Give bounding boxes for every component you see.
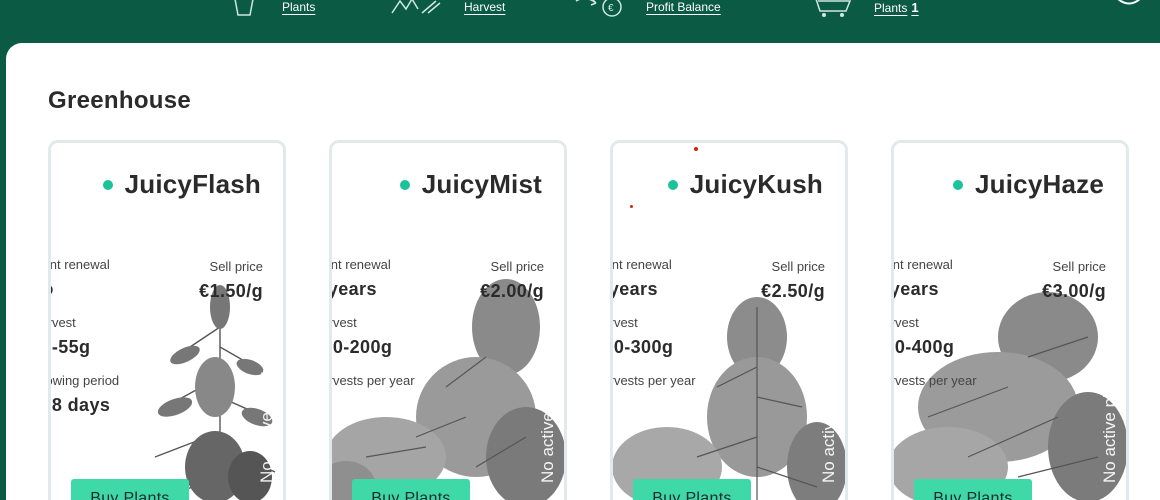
card-header: JuicyFlash xyxy=(102,169,261,200)
no-active-plants-label: No active plants xyxy=(819,362,838,483)
no-active-plants-label: No active plants xyxy=(257,362,276,483)
page-title: Greenhouse xyxy=(48,87,192,114)
stat-sell-price: Sell price €3.00/g xyxy=(1042,259,1106,301)
buy-plants-button[interactable]: Buy Plants xyxy=(633,479,751,500)
stat-sell-price: Sell price €2.50/g xyxy=(761,259,825,301)
status-dot xyxy=(953,179,964,190)
harvest-icon xyxy=(391,0,441,14)
card-title: JuicyFlash xyxy=(124,169,261,199)
stat-harvest: Harvest 200-300g xyxy=(610,315,674,357)
nav-cart-plants[interactable]: Plants 1 xyxy=(806,0,919,20)
stat-sell-price: Sell price €1.50/g xyxy=(199,259,263,301)
plant-card-juicymist: JuicyMist Plant renewal 3 years Sell pri… xyxy=(329,140,567,500)
card-title: JuicyKush xyxy=(689,169,823,199)
stat-plant-renewal: Plant renewal no xyxy=(49,257,110,299)
card-title: JuicyMist xyxy=(421,169,542,199)
card-header: JuicyMist xyxy=(399,169,542,200)
cart-count-badge: 1 xyxy=(911,0,919,15)
stat-plant-renewal: Plant renewal 3 years xyxy=(329,257,391,299)
stat-harvests-per-year: Harvests per year 4 xyxy=(329,373,415,388)
plant-card-juicyflash: JuicyFlash Plant renewal no Sell price €… xyxy=(48,140,286,500)
stray-dot xyxy=(630,205,633,208)
stat-harvest: Harvest 45-55g xyxy=(48,315,91,357)
status-dot xyxy=(102,179,113,190)
stray-dot xyxy=(694,147,698,151)
nav-harvest[interactable]: Harvest xyxy=(388,0,505,20)
stat-harvests-per-year: Harvests per year 2 xyxy=(891,373,977,388)
nav-plants[interactable]: Plants xyxy=(228,0,315,20)
nav-plants-label: Plants xyxy=(282,0,316,14)
greenhouse-panel: Greenhouse JuicyFlash Plant r xyxy=(6,43,1160,500)
buy-plants-button[interactable]: Buy Plants xyxy=(71,479,189,500)
no-active-plants-label: No active plants xyxy=(1100,362,1119,483)
no-active-plants-label: No active plants xyxy=(538,362,557,483)
stat-growing-period: Growing period 108 days xyxy=(51,373,120,415)
plant-card-juicyhaze: JuicyHaze Plant renewal 5 years Sell pri… xyxy=(891,140,1129,500)
nav-profit-label: Profit Balance xyxy=(646,0,721,14)
status-dot xyxy=(667,179,678,190)
buy-plants-button[interactable]: Buy Plants xyxy=(352,479,470,500)
svg-text:€: € xyxy=(608,3,614,14)
nav-cart-label: Plants 1 xyxy=(874,0,919,15)
cart-icon xyxy=(815,0,852,17)
profit-icon: € xyxy=(575,0,622,17)
menu-icon[interactable] xyxy=(1116,0,1142,10)
card-header: JuicyHaze xyxy=(953,169,1104,200)
stat-sell-price: Sell price €2.00/g xyxy=(480,259,544,301)
stat-harvests-per-year: Harvests per year 3 xyxy=(610,373,696,388)
stat-plant-renewal: Plant renewal 4 years xyxy=(610,257,672,299)
nav-harvest-label: Harvest xyxy=(464,0,506,14)
stat-harvest: Harvest 300-400g xyxy=(891,315,955,357)
card-title: JuicyHaze xyxy=(975,169,1104,199)
stat-plant-renewal: Plant renewal 5 years xyxy=(891,257,953,299)
pot-icon xyxy=(234,0,254,16)
stat-harvest: Harvest 150-200g xyxy=(329,315,393,357)
plant-card-juicykush: JuicyKush Plant renewal 4 years Sell pri… xyxy=(610,140,848,500)
card-header: JuicyKush xyxy=(667,169,823,200)
nav-profit-balance[interactable]: € Profit Balance xyxy=(572,0,721,20)
status-dot xyxy=(399,179,410,190)
buy-plants-button[interactable]: Buy Plants xyxy=(914,479,1032,500)
top-navigation: Plants Harvest € Profit Balance Plants 1 xyxy=(0,0,1160,44)
